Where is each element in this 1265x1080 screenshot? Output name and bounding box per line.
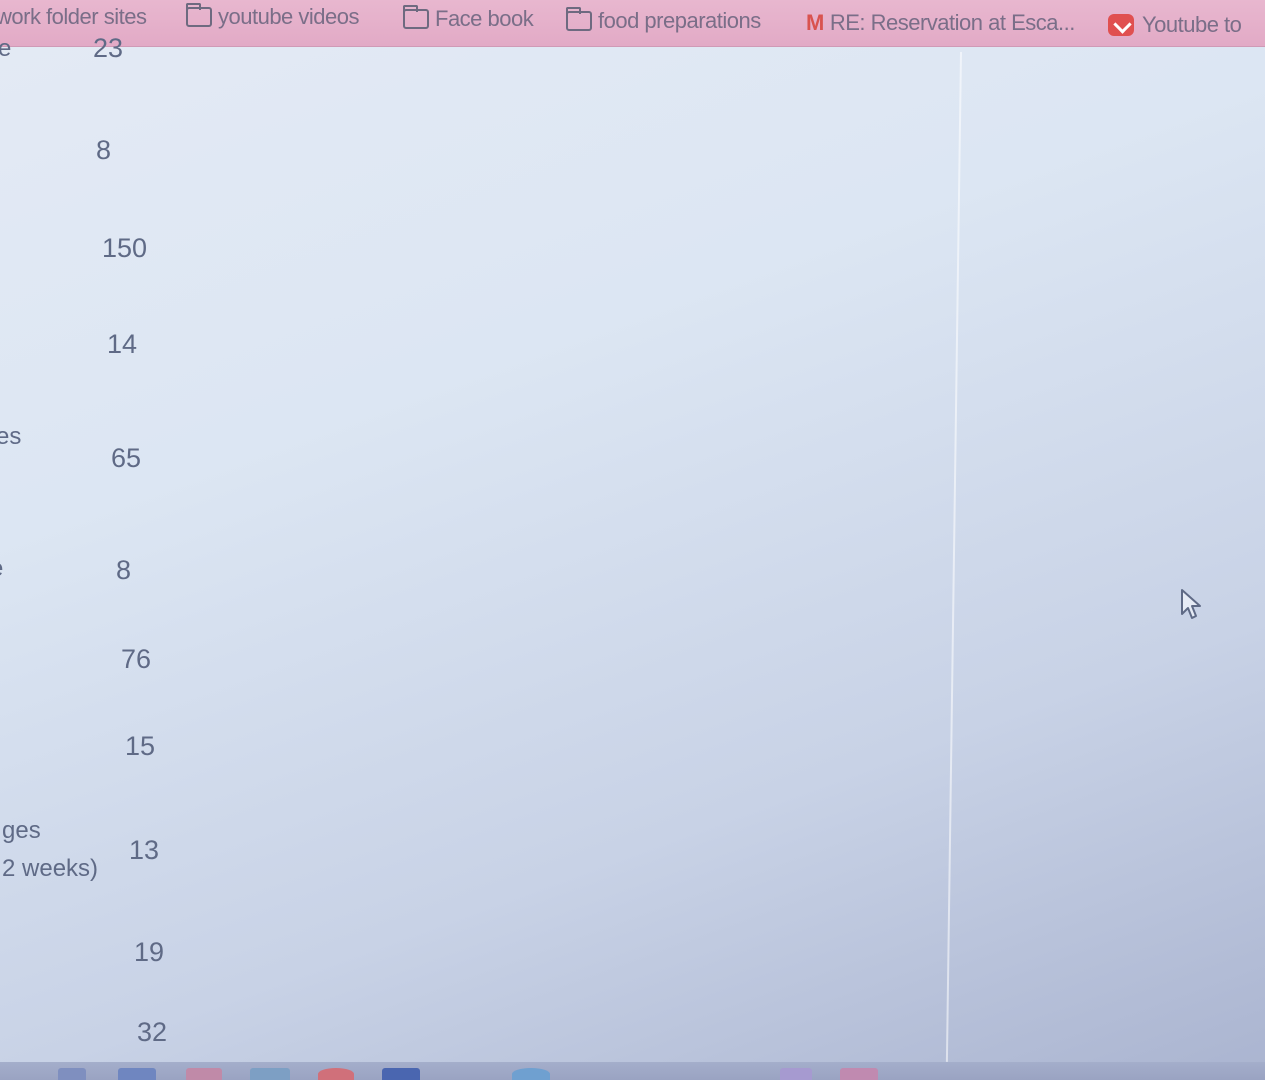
bookmark-label: youtube videos [218,4,360,29]
row-label: 2 weeks) [2,855,99,882]
value-cell: 19 [134,937,165,967]
value-cell: 23 [93,33,124,63]
taskbar-app-icon[interactable] [318,1068,354,1080]
value-cell: 13 [129,835,160,865]
bookmark-label: food preparations [598,8,761,33]
bookmark-youtube-to[interactable]: Youtube to [1108,8,1242,42]
value-cell: 65 [111,443,142,473]
value-cell: 32 [137,1017,168,1047]
value-cell: 14 [107,329,138,359]
bookmark-label: Face book [435,6,534,31]
gmail-icon: M [806,10,824,35]
value-cell: 76 [121,644,152,674]
row-label: ges [2,817,41,844]
page-content: e es e ges 2 weeks) 23 8 150 14 65 8 76 … [0,33,1265,1060]
taskbar-app-icon[interactable] [382,1068,420,1080]
taskbar-app-icon[interactable] [512,1068,550,1080]
row-label: es [0,423,22,450]
bookmarks-bar: work folder sites youtube videos Face bo… [0,0,1265,47]
value-cell: 15 [125,731,156,761]
folder-icon [565,7,592,31]
taskbar-app-icon[interactable] [58,1068,86,1080]
bookmark-reservation-email[interactable]: M RE: Reservation at Esca... [806,6,1075,40]
folder-icon [402,5,429,29]
youtube-to-mp3-icon [1108,14,1134,36]
bookmark-label: work folder sites [0,4,147,29]
folder-icon [185,3,212,27]
taskbar-app-icon[interactable] [186,1068,222,1080]
row-label: e [0,35,12,62]
bookmark-youtube-videos[interactable]: youtube videos [185,0,360,34]
taskbar-app-icon[interactable] [250,1068,290,1080]
taskbar-app-icon[interactable] [118,1068,156,1080]
taskbar-app-icon[interactable] [840,1068,878,1080]
bookmark-work-folder-sites[interactable]: work folder sites [0,0,147,34]
value-cell: 150 [102,233,148,263]
bookmark-label: Youtube to [1142,12,1242,37]
bookmark-food-preparations[interactable]: food preparations [565,4,761,38]
value-cell: 8 [116,555,132,585]
value-cell: 8 [96,135,112,165]
taskbar [0,1062,1265,1080]
taskbar-app-icon[interactable] [780,1068,812,1080]
bookmark-label: RE: Reservation at Esca... [829,10,1076,35]
bookmark-face-book[interactable]: Face book [402,2,534,36]
row-label: e [0,555,3,583]
